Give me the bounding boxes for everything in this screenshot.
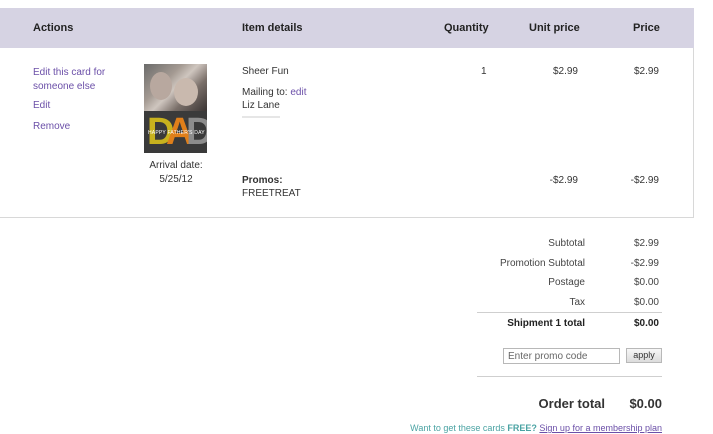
summary-divider — [477, 312, 662, 313]
header-unit-price: Unit price — [529, 22, 580, 34]
header-item-details: Item details — [242, 22, 303, 34]
order-total-value: $0.00 — [629, 396, 662, 411]
apply-promo-button[interactable]: apply — [626, 348, 662, 363]
header-actions: Actions — [33, 22, 74, 34]
promo-subtotal-label: Promotion Subtotal — [499, 258, 585, 269]
promo-code-input[interactable] — [503, 348, 620, 364]
card-photo — [144, 64, 207, 111]
cart-table-header: Actions Item details Quantity Unit price… — [0, 8, 694, 48]
subtotal-value: $2.99 — [633, 238, 659, 249]
mailing-to: Mailing to: edit — [242, 87, 306, 98]
item-name: Sheer Fun — [242, 66, 289, 77]
header-price: Price — [633, 22, 660, 34]
promo-unit-price: -$2.99 — [549, 175, 578, 186]
tax-label: Tax — [569, 297, 585, 308]
header-quantity: Quantity — [444, 22, 489, 34]
card-thumbnail[interactable]: D A D HAPPY FATHER'S DAY — [144, 64, 207, 153]
cart-item-panel: Actions Item details Quantity Unit price… — [0, 8, 694, 218]
membership-signup-link[interactable]: Sign up for a membership plan — [539, 423, 662, 433]
postage-value: $0.00 — [633, 277, 659, 288]
membership-free: FREE? — [507, 423, 537, 433]
tax-value: $0.00 — [633, 297, 659, 308]
order-total-divider — [477, 376, 662, 377]
arrival-date: 5/25/12 — [159, 174, 193, 185]
shipment-total-label: Shipment 1 total — [507, 318, 585, 329]
recipient-name: Liz Lane — [242, 100, 280, 111]
remove-link[interactable]: Remove — [33, 121, 70, 132]
order-total-label: Order total — [538, 396, 605, 411]
mailing-to-label: Mailing to: — [242, 87, 288, 98]
subtotal-label: Subtotal — [548, 238, 585, 249]
promo-code-applied: FREETREAT — [242, 188, 301, 199]
edit-link[interactable]: Edit — [33, 100, 50, 111]
promos-label: Promos: — [242, 175, 283, 186]
shipment-total-value: $0.00 — [633, 318, 659, 329]
address-fade — [242, 116, 280, 118]
item-quantity: 1 — [481, 66, 487, 77]
arrival-info: Arrival date: 5/25/12 — [137, 159, 215, 187]
arrival-label: Arrival date: — [149, 160, 203, 171]
membership-prompt: Want to get these cards FREE? Sign up fo… — [330, 423, 662, 433]
membership-prefix: Want to get these cards — [410, 423, 508, 433]
card-tagline: HAPPY FATHER'S DAY — [148, 130, 205, 136]
item-unit-price: $2.99 — [552, 66, 578, 77]
edit-for-someone-else-link[interactable]: Edit this card for someone else — [33, 66, 105, 94]
postage-label: Postage — [548, 277, 585, 288]
promo-price: -$2.99 — [630, 175, 659, 186]
item-price: $2.99 — [633, 66, 659, 77]
edit-for-someone-line2[interactable]: someone else — [33, 80, 105, 94]
mailing-edit-link[interactable]: edit — [290, 87, 306, 98]
promo-subtotal-value: -$2.99 — [630, 258, 659, 269]
card-photo-face — [174, 78, 198, 106]
card-photo-face — [150, 72, 172, 100]
edit-for-someone-line1[interactable]: Edit this card for — [33, 66, 105, 80]
